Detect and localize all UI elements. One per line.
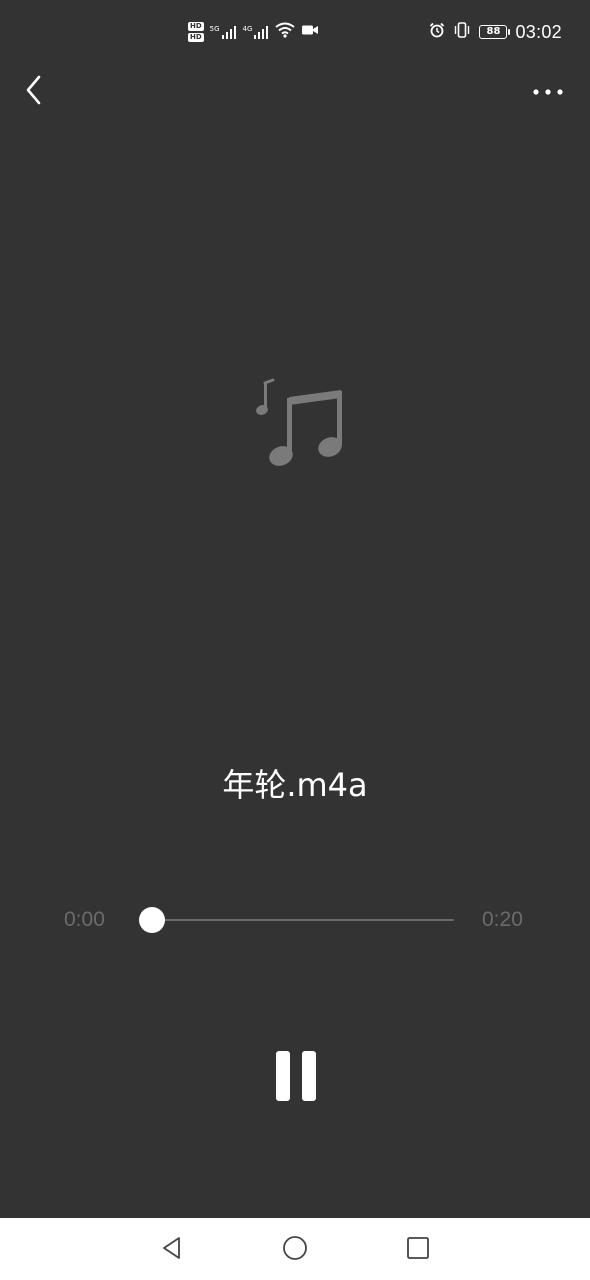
alarm-icon: [429, 22, 445, 43]
pause-button[interactable]: [264, 1044, 328, 1108]
network-type-label: 4G: [242, 25, 253, 33]
progress-slider[interactable]: [139, 907, 454, 933]
wifi-icon: [275, 22, 296, 43]
pause-icon: [276, 1051, 290, 1101]
triangle-back-icon: [160, 1236, 184, 1265]
nav-recents-button[interactable]: [398, 1230, 438, 1270]
audio-player-screen: HD HD 5G 4G 88 03:02 年轮.m4a 0:00 0:20: [0, 0, 590, 1280]
vibrate-icon: [453, 21, 471, 43]
status-clock: 03:02: [515, 21, 562, 42]
chevron-left-icon: [24, 74, 44, 111]
more-horizontal-icon: [532, 83, 564, 101]
circle-home-icon: [282, 1235, 308, 1266]
more-options-button[interactable]: [526, 72, 570, 112]
system-navigation-bar: [0, 1218, 590, 1280]
total-time: 0:20: [482, 908, 523, 931]
track-title: 年轮.m4a: [222, 766, 368, 804]
nav-back-button[interactable]: [152, 1230, 192, 1270]
nav-home-button[interactable]: [275, 1230, 315, 1270]
hd-badge: HD: [188, 22, 204, 31]
battery-level: 88: [486, 26, 501, 37]
battery-icon: 88: [479, 25, 511, 39]
status-bar: HD HD 5G 4G 88 03:02: [0, 0, 590, 64]
cellular-signal-icon: 4G: [243, 25, 270, 39]
cellular-signal-icon: 5G: [210, 25, 237, 39]
progress-thumb[interactable]: [139, 907, 165, 933]
hd-volte-icon: HD HD: [188, 22, 204, 42]
hd-badge: HD: [188, 33, 204, 42]
network-type-label: 5G: [209, 25, 220, 33]
status-right-icons: 88 03:02: [429, 18, 562, 46]
square-recents-icon: [406, 1236, 430, 1265]
video-camera-icon: [301, 23, 319, 41]
music-note-icon: [245, 375, 349, 475]
current-time: 0:00: [64, 908, 105, 931]
status-left-icons: HD HD 5G 4G: [188, 16, 319, 48]
back-button[interactable]: [14, 72, 54, 112]
pause-icon: [302, 1051, 316, 1101]
